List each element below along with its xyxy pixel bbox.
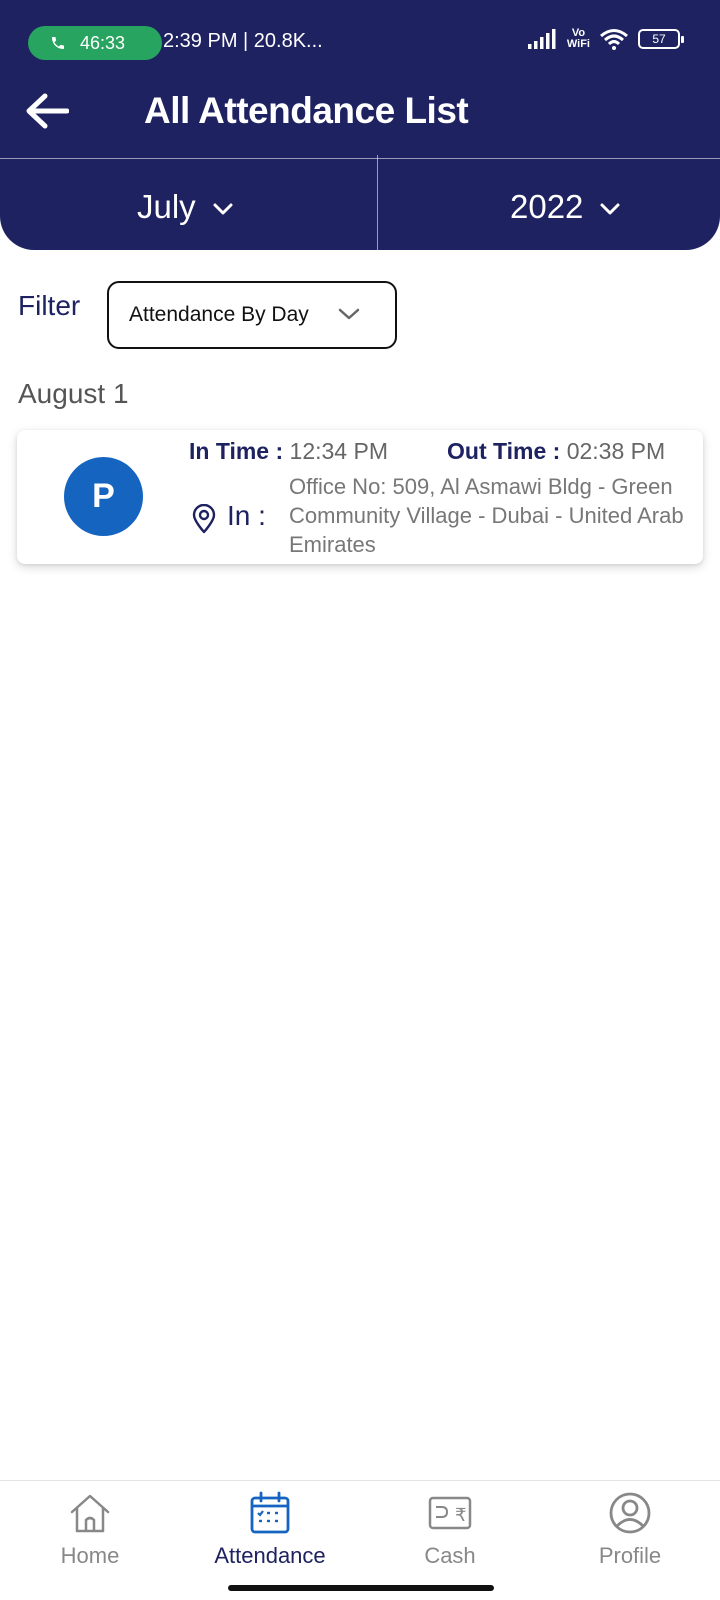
nav-label-home: Home bbox=[60, 1543, 120, 1568]
chevron-down-icon bbox=[338, 308, 360, 320]
vowifi-indicator: Vo WiFi bbox=[566, 27, 590, 50]
selector-divider bbox=[377, 155, 378, 253]
calendar-icon bbox=[250, 1491, 290, 1534]
filter-label: Filter bbox=[18, 290, 81, 321]
nav-item-attendance[interactable]: Attendance bbox=[200, 1491, 340, 1569]
page-title: All Attendance List bbox=[144, 90, 469, 131]
signal-icon bbox=[527, 29, 556, 49]
rupee-icon: ₹ bbox=[428, 1496, 472, 1530]
battery-icon: 57 bbox=[638, 29, 684, 49]
location-pin-icon bbox=[192, 504, 216, 534]
out-time-value: 02:38 PM bbox=[566, 438, 666, 464]
chevron-down-icon bbox=[600, 203, 620, 215]
out-time-row: Out Time : 02:38 PM bbox=[447, 438, 665, 465]
ongoing-call-pill[interactable]: 46:33 bbox=[28, 26, 162, 60]
svg-text:₹: ₹ bbox=[455, 1505, 466, 1526]
chevron-down-icon bbox=[213, 203, 233, 215]
in-time-label: In Time : bbox=[189, 438, 284, 464]
phone-icon bbox=[52, 37, 64, 49]
nav-label-attendance: Attendance bbox=[214, 1543, 326, 1568]
arrow-left-icon bbox=[26, 93, 69, 129]
location-in-label: In : bbox=[227, 500, 266, 531]
year-value: 2022 bbox=[510, 188, 584, 225]
avatar: P bbox=[64, 457, 143, 536]
in-time-row: In Time : 12:34 PM bbox=[189, 438, 388, 465]
avatar-letter: P bbox=[92, 477, 115, 515]
header: 46:33 2:39 PM | 20.8K... Vo WiFi 57 All … bbox=[0, 0, 720, 253]
status-bar: 46:33 2:39 PM | 20.8K... Vo WiFi 57 bbox=[0, 0, 720, 86]
home-icon bbox=[70, 1494, 110, 1533]
call-timer: 46:33 bbox=[80, 32, 126, 53]
battery-level: 57 bbox=[652, 32, 666, 46]
in-time-value: 12:34 PM bbox=[289, 438, 388, 464]
attendance-card[interactable]: P In Time : 12:34 PM Out Time : 02:38 PM… bbox=[17, 430, 703, 564]
profile-icon bbox=[609, 1492, 651, 1534]
filter-dropdown[interactable]: Attendance By Day bbox=[107, 281, 397, 349]
nav-item-home[interactable]: Home bbox=[20, 1491, 160, 1569]
bottom-nav: Home Attendance ₹ Cash Profile bbox=[0, 1480, 720, 1600]
header-divider bbox=[0, 158, 720, 159]
out-time-label: Out Time : bbox=[447, 438, 561, 464]
nav-item-profile[interactable]: Profile bbox=[560, 1491, 700, 1569]
wifi-icon bbox=[600, 29, 628, 50]
month-selector[interactable]: July bbox=[137, 182, 234, 232]
filter-selected-value: Attendance By Day bbox=[129, 303, 309, 326]
date-heading: August 1 bbox=[18, 378, 129, 409]
nav-label-profile: Profile bbox=[598, 1543, 662, 1568]
home-indicator bbox=[228, 1585, 494, 1591]
back-button[interactable] bbox=[22, 86, 72, 136]
address-text: Office No: 509, Al Asmawi Bldg - Green C… bbox=[289, 474, 684, 557]
status-icons: Vo WiFi 57 bbox=[527, 27, 684, 50]
nav-item-cash[interactable]: ₹ Cash bbox=[380, 1491, 520, 1569]
month-value: July bbox=[137, 188, 196, 225]
year-selector[interactable]: 2022 bbox=[510, 182, 621, 232]
nav-label-cash: Cash bbox=[424, 1543, 476, 1568]
status-time: 2:39 PM | 20.8K... bbox=[163, 30, 323, 52]
